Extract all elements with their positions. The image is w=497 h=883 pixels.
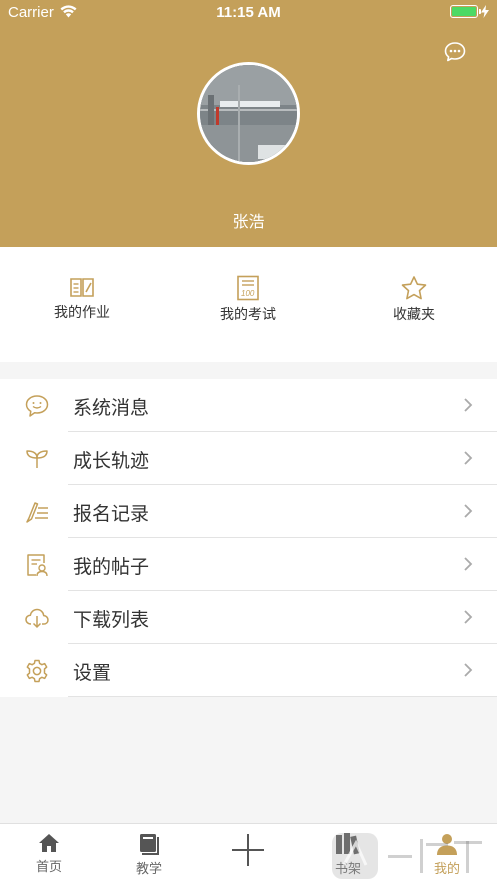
menu-label: 设置 [73,662,112,684]
avatar-photo [200,65,297,162]
tab-add[interactable] [208,832,288,870]
menu-label: 成长轨迹 [73,450,150,472]
status-time: 11:15 AM [216,4,281,21]
menu-label: 我的帖子 [73,556,150,578]
menu-item-system-messages[interactable]: 系统消息 [0,379,497,432]
tab-mine-label: 我的 [433,862,460,877]
message-bubble-icon [25,395,49,417]
settings-menu: 系统消息 成长轨迹 报名记录 我的帖子 下载列表 设置 [0,379,497,697]
post-user-icon [27,554,48,577]
quick-actions: 我的作业 100 我的考试 收藏夹 [0,247,497,362]
star-icon [401,276,427,300]
plus-icon [232,834,264,866]
my-exam-label: 我的考试 [220,307,276,323]
gear-icon [26,659,48,683]
chat-bubble-icon[interactable] [443,40,467,64]
chevron-right-icon [464,451,473,465]
tab-bar: 首页 教学 书架 我的 [0,823,497,883]
cloud-download-icon [25,608,49,629]
tab-mine[interactable]: 我的 [407,832,487,877]
username: 张浩 [232,212,265,231]
battery-fill [452,7,476,16]
home-icon [39,834,59,852]
chevron-right-icon [464,663,473,677]
battery-cap [479,9,481,14]
tab-home-label: 首页 [35,860,62,875]
profile-header: Carrier 11:15 AM 张浩 [0,0,497,247]
tab-bookshelf-label: 书架 [334,862,361,877]
chevron-right-icon [464,504,473,518]
charging-bolt-icon [481,5,489,18]
menu-label: 报名记录 [73,503,150,525]
book-icon [140,834,159,855]
menu-item-settings[interactable]: 设置 [0,644,497,697]
battery-icon [450,5,481,18]
menu-label: 系统消息 [73,397,150,419]
my-homework-button[interactable]: 我的作业 [22,275,142,322]
pen-list-icon [26,502,48,523]
chevron-right-icon [464,610,473,624]
chevron-right-icon [464,557,473,571]
homework-book-icon [70,278,94,297]
bookshelf-icon [336,833,360,855]
tab-teaching-label: 教学 [135,862,162,877]
menu-item-my-posts[interactable]: 我的帖子 [0,538,497,591]
avatar[interactable] [197,62,300,165]
status-bar: Carrier 11:15 AM [0,0,497,26]
divider [68,696,497,697]
menu-item-download-list[interactable]: 下载列表 [0,591,497,644]
favorites-label: 收藏夹 [393,307,435,323]
person-icon [437,834,457,855]
tab-home[interactable]: 首页 [9,832,89,875]
menu-item-registration-records[interactable]: 报名记录 [0,485,497,538]
tab-teaching[interactable]: 教学 [109,832,189,877]
favorites-button[interactable]: 收藏夹 [354,275,474,324]
svg-text:100: 100 [241,289,255,298]
my-homework-label: 我的作业 [54,305,110,321]
menu-label: 下载列表 [73,609,150,631]
tab-bookshelf[interactable]: 书架 [308,832,388,877]
exam-paper-icon: 100 [237,275,259,301]
chevron-right-icon [464,398,473,412]
my-exam-button[interactable]: 100 我的考试 [188,275,308,324]
battery-indicator [450,5,489,18]
sprout-icon [26,450,48,468]
menu-item-growth-track[interactable]: 成长轨迹 [0,432,497,485]
